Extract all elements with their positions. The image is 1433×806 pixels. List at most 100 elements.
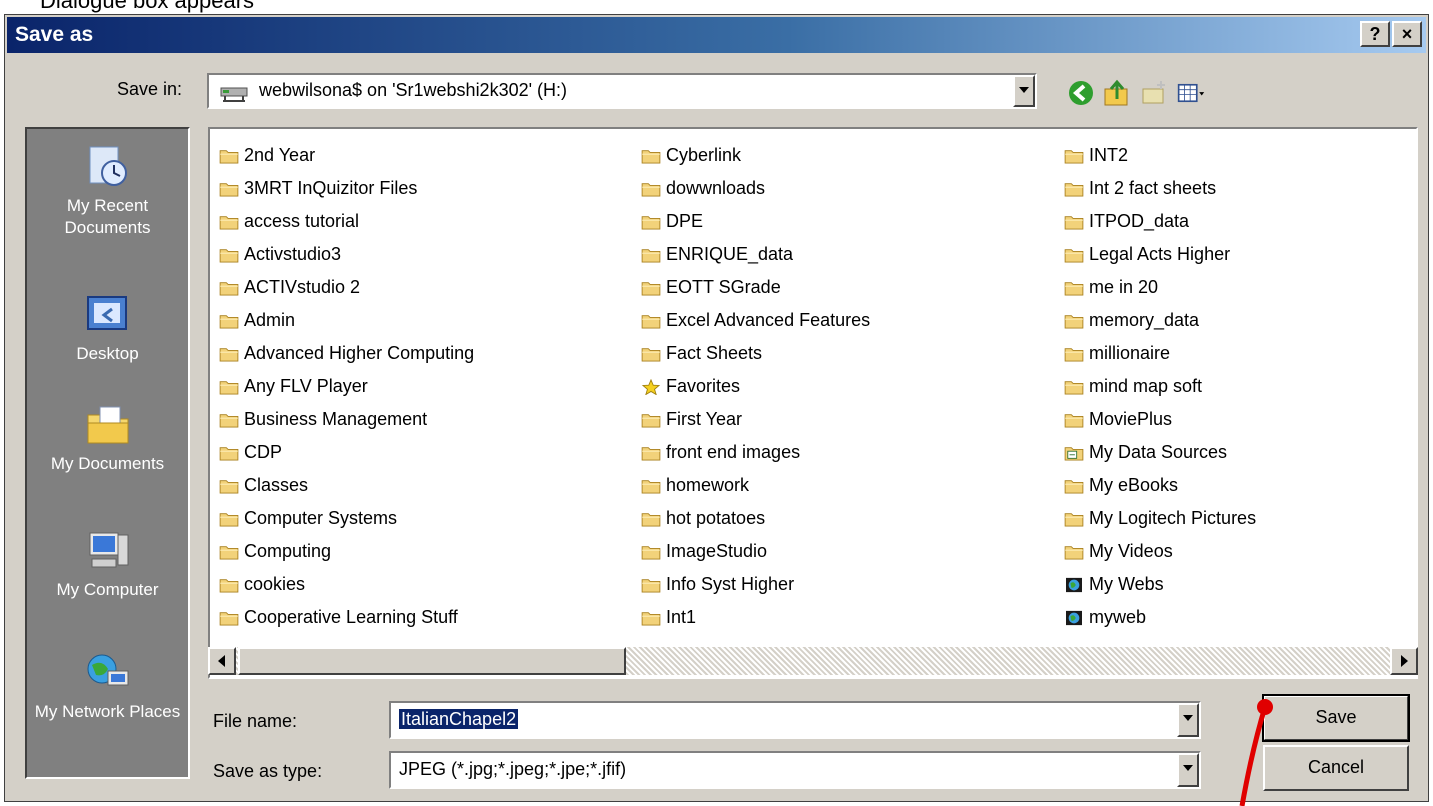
file-item[interactable]: Activstudio3 — [218, 238, 474, 271]
scroll-right-button[interactable] — [1390, 647, 1418, 675]
file-list[interactable]: 2nd Year 3MRT InQuizitor Files access tuto… — [208, 127, 1418, 679]
file-item[interactable]: First Year — [640, 403, 870, 436]
place-my-documents[interactable]: My Documents — [27, 401, 188, 475]
title-bar[interactable]: Save as ? × — [7, 17, 1426, 53]
back-icon[interactable] — [1067, 79, 1095, 107]
file-item[interactable]: Admin — [218, 304, 474, 337]
file-item[interactable]: My Data Sources — [1063, 436, 1256, 469]
file-item[interactable]: dowwnloads — [640, 172, 870, 205]
file-item[interactable]: INT2 — [1063, 139, 1256, 172]
save-as-type-combo[interactable]: JPEG (*.jpg;*.jpeg;*.jpe;*.jfif) — [389, 751, 1201, 789]
file-item[interactable]: Int1 — [640, 601, 870, 634]
folder-icon — [641, 149, 661, 164]
file-item-label: Excel Advanced Features — [666, 310, 871, 330]
file-item[interactable]: hot potatoes — [640, 502, 870, 535]
file-item[interactable]: memory_data — [1063, 304, 1256, 337]
file-item-label: EOTT SGrade — [666, 277, 781, 297]
cancel-button[interactable]: Cancel — [1263, 745, 1409, 791]
file-item-label: Classes — [244, 475, 309, 495]
place-my-computer[interactable]: My Computer — [27, 527, 188, 601]
file-item[interactable]: 2nd Year — [218, 139, 474, 172]
file-item[interactable]: CDP — [218, 436, 474, 469]
file-item[interactable]: Cyberlink — [640, 139, 870, 172]
file-item[interactable]: Classes — [218, 469, 474, 502]
file-item[interactable]: mind map soft — [1063, 370, 1256, 403]
place-my-network-places[interactable]: My Network Places — [27, 649, 188, 723]
file-item[interactable]: My eBooks — [1063, 469, 1256, 502]
file-item[interactable]: Favorites — [640, 370, 870, 403]
place-label: Desktop — [76, 344, 139, 363]
folder-icon — [219, 149, 239, 164]
file-item[interactable]: access tutorial — [218, 205, 474, 238]
place-desktop[interactable]: Desktop — [27, 291, 188, 365]
file-item[interactable]: Business Management — [218, 403, 474, 436]
file-item-label: DPE — [666, 211, 704, 231]
place-my-recent-documents[interactable]: My Recent Documents — [27, 143, 188, 239]
file-item-label: front end images — [666, 442, 801, 462]
new-folder-icon[interactable] — [1141, 79, 1169, 107]
file-name-label: File name: — [213, 711, 298, 731]
file-item[interactable]: me in 20 — [1063, 271, 1256, 304]
annotation-arrow — [1239, 699, 1273, 806]
file-item-label: mind map soft — [1089, 376, 1203, 396]
folder-icon — [219, 248, 239, 263]
file-item[interactable]: 3MRT InQuizitor Files — [218, 172, 474, 205]
file-item[interactable]: MoviePlus — [1063, 403, 1256, 436]
file-item[interactable]: Cooperative Learning Stuff — [218, 601, 474, 634]
file-item[interactable]: Fact Sheets — [640, 337, 870, 370]
horizontal-scrollbar[interactable] — [208, 647, 1418, 675]
save-in-dropdown-button[interactable] — [1013, 75, 1035, 107]
folder-icon — [1064, 314, 1084, 329]
folder-icon — [1064, 215, 1084, 230]
file-item[interactable]: Int 2 fact sheets — [1063, 172, 1256, 205]
file-item[interactable]: ENRIQUE_data — [640, 238, 870, 271]
file-name-field[interactable]: ItalianChapel2 — [389, 701, 1201, 739]
folder-icon — [641, 512, 661, 527]
file-item[interactable]: millionaire — [1063, 337, 1256, 370]
file-item-label: Int 2 fact sheets — [1089, 178, 1217, 198]
file-item-label: Business Management — [244, 409, 428, 429]
folder-icon — [1064, 413, 1084, 428]
save-button[interactable]: Save — [1262, 694, 1410, 742]
file-item-label: My Webs — [1089, 574, 1164, 594]
folder-icon — [641, 215, 661, 230]
save-as-type-value: JPEG (*.jpg;*.jpeg;*.jpe;*.jfif) — [399, 759, 627, 779]
folder-icon — [641, 281, 661, 296]
file-item[interactable]: homework — [640, 469, 870, 502]
file-item[interactable]: My Videos — [1063, 535, 1256, 568]
file-item-label: homework — [666, 475, 750, 495]
help-button[interactable]: ? — [1360, 21, 1390, 47]
file-item[interactable]: Any FLV Player — [218, 370, 474, 403]
file-item[interactable]: EOTT SGrade — [640, 271, 870, 304]
folder-icon — [219, 611, 239, 626]
file-name-dropdown-button[interactable] — [1177, 703, 1199, 737]
scrollbar-thumb[interactable] — [238, 647, 626, 675]
save-in-combo[interactable]: webwilsona$ on 'Sr1webshi2k302' (H:) — [207, 73, 1037, 109]
file-item[interactable]: My Webs — [1063, 568, 1256, 601]
save-as-type-dropdown-button[interactable] — [1177, 753, 1199, 787]
file-item-label: My Logitech Pictures — [1089, 508, 1257, 528]
close-button[interactable]: × — [1392, 21, 1422, 47]
file-item-label: ImageStudio — [666, 541, 768, 561]
folder-icon — [219, 446, 239, 461]
up-folder-icon[interactable] — [1103, 79, 1131, 107]
file-item[interactable]: cookies — [218, 568, 474, 601]
file-item[interactable]: My Logitech Pictures — [1063, 502, 1256, 535]
file-item[interactable]: front end images — [640, 436, 870, 469]
file-item[interactable]: Legal Acts Higher — [1063, 238, 1256, 271]
file-item[interactable]: Computing — [218, 535, 474, 568]
folder-icon — [1064, 545, 1084, 560]
view-menu-icon[interactable] — [1177, 79, 1205, 107]
file-item[interactable]: Advanced Higher Computing — [218, 337, 474, 370]
folder-icon — [219, 314, 239, 329]
file-item[interactable]: Excel Advanced Features — [640, 304, 870, 337]
file-item[interactable]: myweb — [1063, 601, 1256, 634]
file-item[interactable]: ImageStudio — [640, 535, 870, 568]
file-item[interactable]: ACTIVstudio 2 — [218, 271, 474, 304]
file-item[interactable]: DPE — [640, 205, 870, 238]
file-item[interactable]: ITPOD_data — [1063, 205, 1256, 238]
folder-icon — [641, 413, 661, 428]
scroll-left-button[interactable] — [208, 647, 236, 675]
file-item[interactable]: Info Syst Higher — [640, 568, 870, 601]
file-item[interactable]: Computer Systems — [218, 502, 474, 535]
